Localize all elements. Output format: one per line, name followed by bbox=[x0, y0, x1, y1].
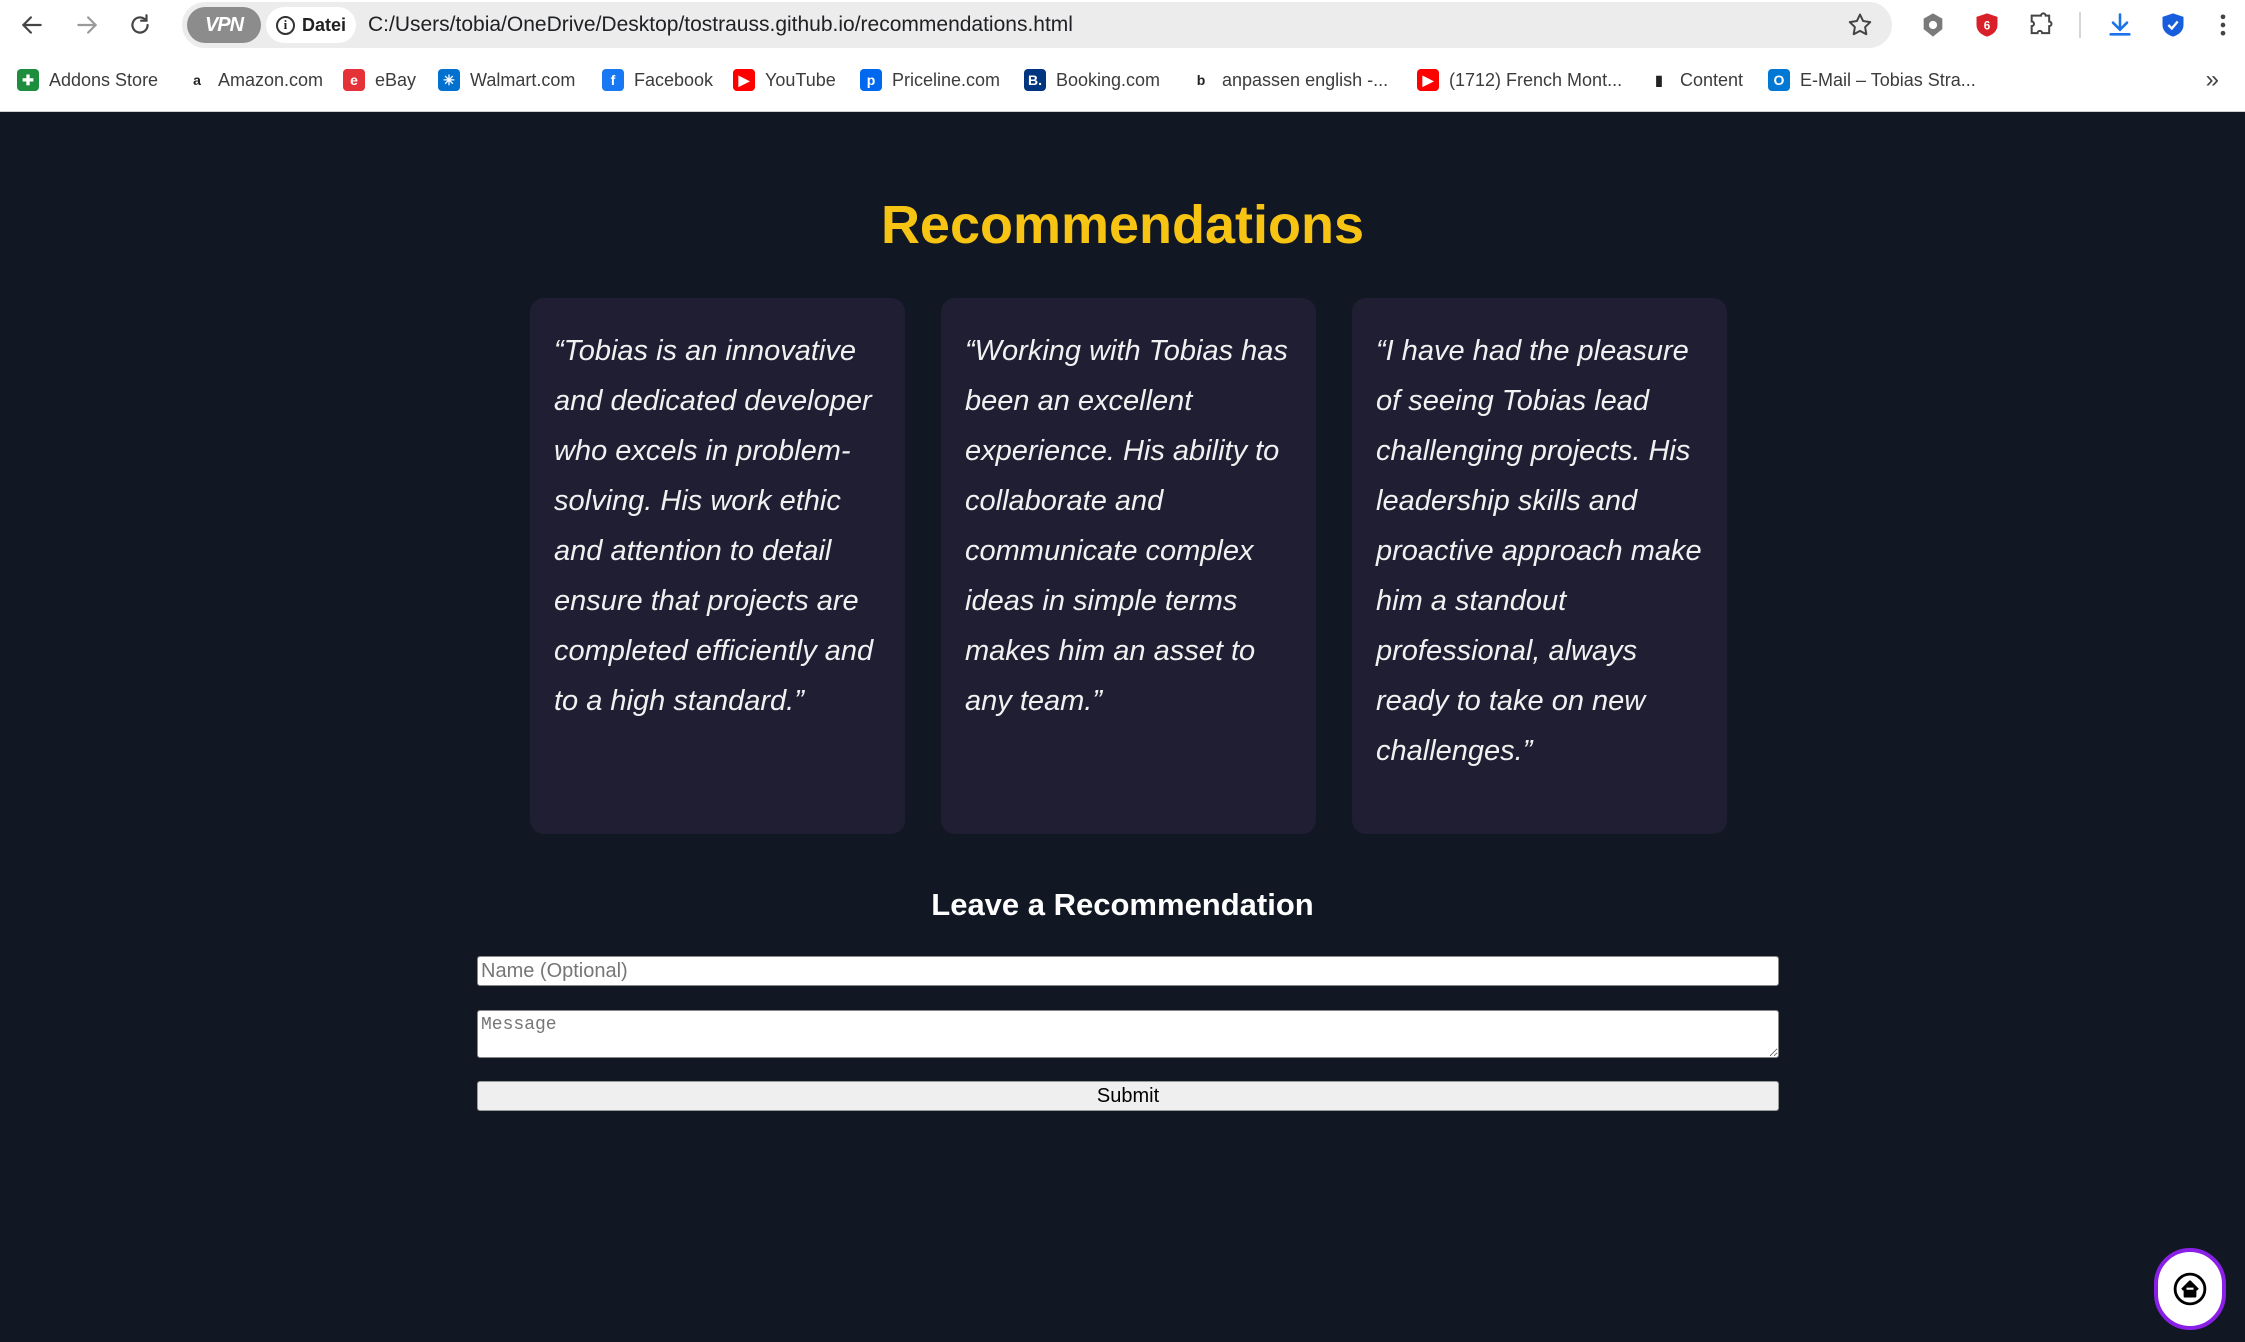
booking-icon: B. bbox=[1024, 69, 1046, 91]
page-title: Recommendations bbox=[880, 195, 1365, 255]
recommendation-card: “Tobias is an innovative and dedicated d… bbox=[530, 298, 905, 834]
youtube-icon: ▶ bbox=[1417, 69, 1439, 91]
bookmark-item[interactable]: e eBay bbox=[343, 62, 416, 98]
vpn-button[interactable]: VPN bbox=[187, 7, 261, 43]
addons-store-icon: ✚ bbox=[17, 69, 39, 91]
bookmark-item[interactable]: ▶ (1712) French Mont... bbox=[1417, 62, 1622, 98]
more-bookmarks-chevron-icon[interactable]: » bbox=[2206, 66, 2219, 94]
extensions-puzzle-icon[interactable] bbox=[2026, 10, 2056, 40]
password-manager-shield-icon[interactable] bbox=[2158, 10, 2188, 40]
menu-kebab-icon[interactable] bbox=[2208, 10, 2238, 40]
bookmark-label: Facebook bbox=[634, 69, 714, 90]
arrow-left-icon bbox=[21, 16, 42, 34]
message-input[interactable] bbox=[477, 1010, 1779, 1058]
bookmark-item[interactable]: ✳ Walmart.com bbox=[438, 62, 575, 98]
bookmark-item[interactable]: ✚ Addons Store bbox=[17, 62, 158, 98]
browser-toolbar: VPN i Datei C:/Users/tobia/OneDrive/Desk… bbox=[0, 0, 2245, 50]
reload-button[interactable] bbox=[123, 8, 157, 42]
recommendations-list: “Tobias is an innovative and dedicated d… bbox=[530, 298, 1728, 834]
submit-button[interactable]: Submit bbox=[477, 1081, 1779, 1111]
recommendation-card: “I have had the pleasure of seeing Tobia… bbox=[1352, 298, 1727, 834]
page-body: Recommendations “Tobias is an innovative… bbox=[0, 112, 2245, 1342]
reload-icon bbox=[131, 14, 149, 34]
bookmark-item[interactable]: B. Booking.com bbox=[1024, 62, 1160, 98]
chart-bars-icon: ▮ bbox=[1648, 69, 1670, 91]
bookmark-item[interactable]: a Amazon.com bbox=[186, 62, 323, 98]
url-text[interactable]: C:/Users/tobia/OneDrive/Desktop/tostraus… bbox=[368, 2, 1073, 48]
home-icon bbox=[2173, 1272, 2207, 1306]
bookmark-label: (1712) French Mont... bbox=[1449, 69, 1623, 90]
bookmarks-bar: ✚ Addons Store a Amazon.com e eBay ✳ Walmart.co… bbox=[0, 62, 2245, 98]
bookmark-item[interactable]: f Facebook bbox=[602, 62, 713, 98]
address-bar[interactable]: VPN i Datei C:/Users/tobia/OneDrive/Desk… bbox=[182, 2, 1892, 48]
recommendation-quote: “I have had the pleasure of seeing Tobia… bbox=[1376, 335, 1702, 767]
recommendation-card: “Working with Tobias has been an excelle… bbox=[941, 298, 1316, 834]
browser-chrome: VPN i Datei C:/Users/tobia/OneDrive/Desk… bbox=[0, 0, 2245, 112]
amazon-icon: a bbox=[186, 69, 208, 91]
home-button[interactable] bbox=[2154, 1248, 2226, 1330]
bookmark-star-icon[interactable] bbox=[1846, 11, 1874, 39]
site-info-label: Datei bbox=[301, 14, 346, 35]
forward-button[interactable] bbox=[70, 8, 104, 42]
bookmark-label: Content bbox=[1680, 69, 1744, 90]
ebay-icon: e bbox=[343, 69, 365, 91]
back-button[interactable] bbox=[15, 8, 49, 42]
bookmark-label: Priceline.com bbox=[892, 69, 1001, 90]
toolbar-divider bbox=[2079, 12, 2081, 38]
svg-text:6: 6 bbox=[1984, 20, 1991, 33]
info-icon: i bbox=[275, 15, 295, 35]
bookmark-label: Addons Store bbox=[49, 69, 159, 90]
outlook-icon: O bbox=[1768, 69, 1790, 91]
bookmark-label: YouTube bbox=[765, 69, 836, 90]
bookmark-item[interactable]: p Priceline.com bbox=[860, 62, 1000, 98]
walmart-icon: ✳ bbox=[438, 69, 460, 91]
bookmark-label: anpassen english -... bbox=[1222, 69, 1389, 90]
bing-icon: b bbox=[1190, 69, 1212, 91]
bookmark-label: Walmart.com bbox=[470, 69, 576, 90]
extension-gear-icon[interactable] bbox=[1918, 10, 1948, 40]
bookmark-label: Amazon.com bbox=[218, 69, 324, 90]
bookmark-label: E-Mail – Tobias Stra... bbox=[1800, 69, 1976, 90]
bookmark-item[interactable]: O E-Mail – Tobias Stra... bbox=[1768, 62, 1976, 98]
priceline-icon: p bbox=[860, 69, 882, 91]
site-info-chip[interactable]: i Datei bbox=[266, 7, 356, 43]
recommendation-quote: “Working with Tobias has been an excelle… bbox=[965, 335, 1288, 717]
bookmark-label: Booking.com bbox=[1056, 69, 1161, 90]
bookmark-item[interactable]: ▮ Content bbox=[1648, 62, 1743, 98]
bookmark-item[interactable]: b anpassen english -... bbox=[1190, 62, 1388, 98]
vpn-label: VPN bbox=[204, 13, 244, 36]
name-input[interactable] bbox=[477, 956, 1779, 986]
adblock-shield-icon[interactable]: 6 bbox=[1972, 10, 2002, 40]
form-heading: Leave a Recommendation bbox=[931, 887, 1314, 922]
download-icon[interactable] bbox=[2105, 10, 2135, 40]
arrow-right-icon bbox=[77, 16, 98, 34]
bookmark-label: eBay bbox=[375, 69, 417, 90]
recommendation-quote: “Tobias is an innovative and dedicated d… bbox=[554, 335, 874, 717]
facebook-icon: f bbox=[602, 69, 624, 91]
bookmark-item[interactable]: ▶ YouTube bbox=[733, 62, 836, 98]
youtube-icon: ▶ bbox=[733, 69, 755, 91]
